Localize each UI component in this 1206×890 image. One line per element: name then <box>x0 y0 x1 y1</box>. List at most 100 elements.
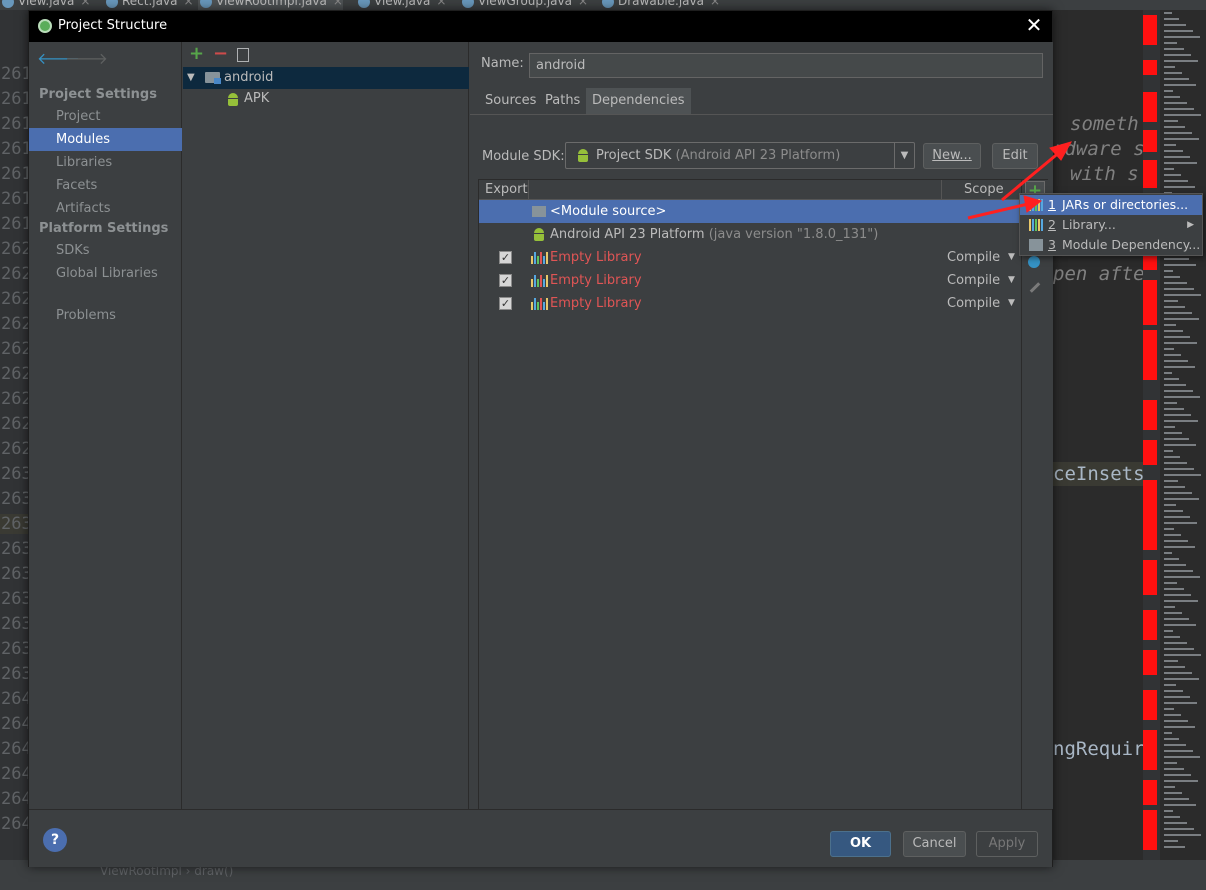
editor-tab[interactable]: ViewGroup.java × <box>460 0 588 10</box>
minimap-line <box>1164 156 1190 158</box>
error-marker[interactable] <box>1143 730 1157 770</box>
error-marker[interactable] <box>1143 60 1157 75</box>
editor-tab[interactable]: Rect.java × <box>104 0 194 10</box>
header-scope[interactable]: Scope <box>964 182 1004 197</box>
line-number: 262 <box>1 439 28 459</box>
error-marker[interactable] <box>1143 440 1157 465</box>
table-row[interactable]: ✓ Empty Library Compile ▼ <box>479 246 1021 269</box>
error-marker[interactable] <box>1143 560 1157 595</box>
table-row[interactable]: <Module source> <box>479 200 1021 223</box>
edit-pencil-icon[interactable] <box>1029 282 1041 293</box>
line-number: 264 <box>1 789 28 809</box>
menu-item[interactable]: 1 JARs or directories... <box>1020 195 1202 215</box>
apply-button[interactable]: Apply <box>976 831 1038 857</box>
scope-select[interactable]: Compile <box>947 269 1000 292</box>
minimap-line <box>1164 690 1183 692</box>
sidebar-item-global-libraries[interactable]: Global Libraries <box>29 262 182 285</box>
minimap-line <box>1164 420 1198 422</box>
error-marker[interactable] <box>1143 480 1157 510</box>
code-minimap[interactable] <box>1160 10 1206 860</box>
sidebar-item-sdks[interactable]: SDKs <box>29 239 182 262</box>
menu-item[interactable]: 2 Library... ▶ <box>1020 215 1202 235</box>
dialog-titlebar[interactable]: Project Structure ✕ <box>29 11 1052 42</box>
sidebar-item-libraries[interactable]: Libraries <box>29 151 182 174</box>
module-sdk-select[interactable]: Project SDK (Android API 23 Platform) ▼ <box>565 142 915 169</box>
edit-sdk-button[interactable]: Edit <box>992 143 1038 169</box>
error-marker[interactable] <box>1143 160 1157 188</box>
java-class-icon <box>2 0 14 8</box>
tab-close-icon[interactable]: × <box>183 0 193 8</box>
ok-button[interactable]: OK <box>830 831 891 857</box>
minimap-line <box>1164 324 1176 326</box>
minimap-line <box>1164 144 1176 146</box>
error-marker[interactable] <box>1143 280 1157 325</box>
chevron-down-icon[interactable]: ▼ <box>1008 292 1015 315</box>
minimap-line <box>1164 720 1188 722</box>
export-checkbox[interactable]: ✓ <box>499 297 512 310</box>
error-marker[interactable] <box>1143 400 1157 430</box>
tab-close-icon[interactable]: × <box>436 0 446 8</box>
header-export[interactable]: Export <box>485 182 528 197</box>
error-marker[interactable] <box>1143 610 1157 640</box>
tab-dependencies[interactable]: Dependencies <box>586 88 691 114</box>
remove-module-icon[interactable]: − <box>213 45 228 63</box>
export-checkbox[interactable]: ✓ <box>499 274 512 287</box>
module-name-input[interactable] <box>529 53 1043 78</box>
back-arrow-icon[interactable]: 🡐 <box>37 48 80 68</box>
sidebar-item-project[interactable]: Project <box>29 105 182 128</box>
help-icon[interactable]: ? <box>43 828 67 852</box>
forward-arrow-icon[interactable]: 🡒 <box>65 48 108 68</box>
tree-item-android[interactable]: ▼ android <box>183 67 469 89</box>
tree-item-apk[interactable]: APK <box>183 88 469 110</box>
error-marker[interactable] <box>1143 650 1157 675</box>
table-row[interactable]: ✓ Empty Library Compile ▼ <box>479 292 1021 315</box>
tab-close-icon[interactable]: × <box>710 0 720 8</box>
error-stripe[interactable] <box>1143 10 1160 860</box>
minimap-line <box>1164 840 1178 842</box>
error-marker[interactable] <box>1143 810 1157 850</box>
tab-close-icon[interactable]: × <box>333 0 343 8</box>
sidebar-item-artifacts[interactable]: Artifacts <box>29 197 182 220</box>
chevron-down-icon[interactable]: ▼ <box>1008 246 1015 269</box>
menu-item[interactable]: 3 Module Dependency... <box>1020 235 1202 255</box>
line-number: 264 <box>1 689 28 709</box>
cancel-button[interactable]: Cancel <box>903 831 966 857</box>
error-marker[interactable] <box>1143 130 1157 152</box>
editor-tab[interactable]: View.java × <box>0 0 90 10</box>
expand-arrow-icon[interactable]: ▼ <box>187 67 195 89</box>
table-row[interactable]: Android API 23 Platform (java version "1… <box>479 223 1021 246</box>
new-sdk-button[interactable]: New... <box>923 143 981 169</box>
add-module-icon[interactable]: + <box>189 45 204 63</box>
minimap-line <box>1164 180 1188 182</box>
error-marker[interactable] <box>1143 690 1157 720</box>
sidebar-item-modules[interactable]: Modules <box>29 128 182 151</box>
minimap-line <box>1164 612 1182 614</box>
chevron-down-icon[interactable]: ▼ <box>1008 269 1015 292</box>
error-marker[interactable] <box>1143 330 1157 380</box>
error-marker[interactable] <box>1143 510 1157 550</box>
editor-tab[interactable]: ViewRootImpl.java × <box>198 0 343 10</box>
error-marker[interactable] <box>1143 15 1157 45</box>
sidebar-item-problems[interactable]: Problems <box>29 304 182 327</box>
error-marker[interactable] <box>1143 780 1157 805</box>
tab-paths[interactable]: Paths <box>539 88 586 114</box>
scope-select[interactable]: Compile <box>947 292 1000 315</box>
editor-tab[interactable]: Drawable.java × <box>600 0 720 10</box>
editor-tab[interactable]: View.java × <box>356 0 446 10</box>
chevron-down-icon[interactable]: ▼ <box>894 143 914 168</box>
close-icon[interactable]: ✕ <box>1024 14 1044 36</box>
tab-sources[interactable]: Sources <box>479 88 542 114</box>
line-number-gutter: 261 261 261 261 261 261 261 262 262 262 262 262 262 2… <box>0 10 28 860</box>
minimap-line <box>1164 702 1197 704</box>
error-marker[interactable] <box>1143 92 1157 122</box>
copy-icon[interactable] <box>237 48 249 62</box>
tab-close-icon[interactable]: × <box>578 0 588 8</box>
tab-close-icon[interactable]: × <box>80 0 90 8</box>
export-checkbox[interactable]: ✓ <box>499 251 512 264</box>
minimap-line <box>1164 336 1190 338</box>
table-row[interactable]: ✓ Empty Library Compile ▼ <box>479 269 1021 292</box>
module-sdk-value: Project SDK (Android API 23 Platform) <box>596 148 841 163</box>
move-down-icon[interactable] <box>1028 256 1040 268</box>
scope-select[interactable]: Compile <box>947 246 1000 269</box>
sidebar-item-facets[interactable]: Facets <box>29 174 182 197</box>
